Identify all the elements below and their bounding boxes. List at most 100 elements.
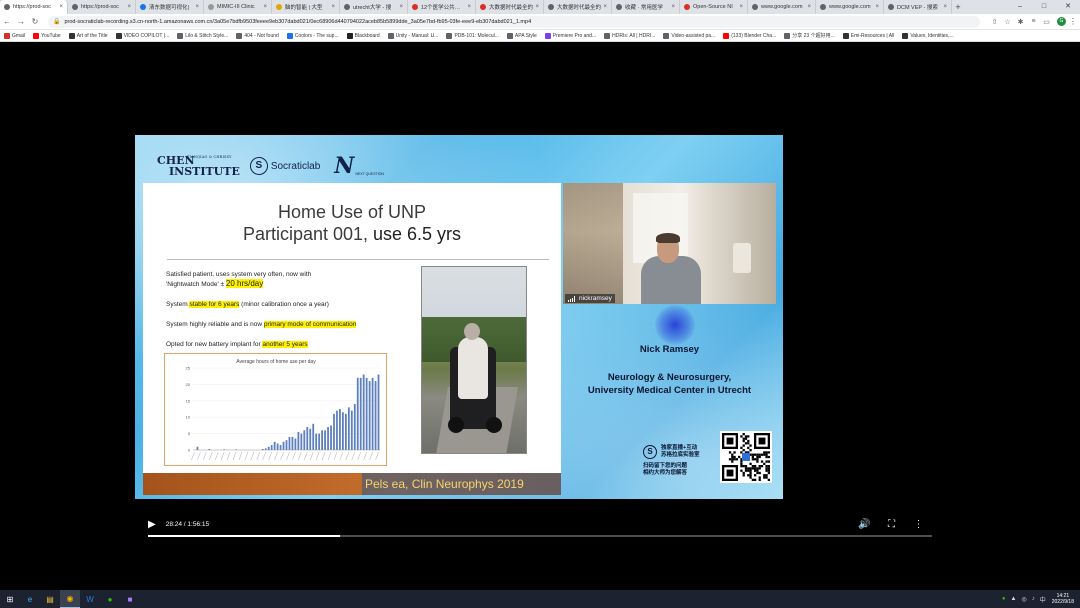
bookmark-item[interactable]: HDRIs: All | HDRI... [604,32,655,39]
bookmark-item[interactable]: Premiere Pro and... [544,32,596,39]
qr-module [765,455,768,459]
bookmark-favicon-icon [115,32,122,39]
tab-close-icon[interactable]: × [943,4,947,10]
play-icon[interactable]: ▶ [148,519,156,530]
browser-tab[interactable]: 12个医学公共数据 × [408,0,476,14]
bookmark-label: 404 - Not found [244,32,279,39]
tab-close-icon[interactable]: × [263,4,267,10]
clock[interactable]: 14:21 2022/9/18 [1052,593,1074,606]
wechat-tray-icon[interactable]: ● [1002,596,1006,602]
bookmark-item[interactable]: Art of the Title [68,32,108,39]
qr-finder [726,469,734,477]
chart-bar [336,410,338,450]
start-icon[interactable]: ⊞ [0,590,20,608]
new-tab-icon[interactable]: + [952,0,964,14]
close-window-icon[interactable]: ✕ [1056,0,1080,14]
speaker-tray-icon[interactable]: ♪ [1032,596,1035,602]
fullscreen-icon[interactable]: ⛶ [878,519,905,530]
tab-close-icon[interactable]: × [127,4,131,10]
browser-tab[interactable]: https://prod-soc × [68,0,136,14]
browser-tab[interactable]: www.google.com × [816,0,884,14]
app-icon[interactable]: ■ [120,590,140,608]
tab-close-icon[interactable]: × [195,4,199,10]
qr-module [740,462,743,465]
browser-tab[interactable]: 清东数据可视化| × [136,0,204,14]
menu-icon[interactable]: ⋮ [1066,17,1080,26]
progress-bar[interactable] [148,535,932,537]
tab-close-icon[interactable]: × [59,4,63,10]
qr-module [728,458,732,461]
more-options-icon[interactable]: ⋮ [905,519,932,530]
lock-icon[interactable]: 🔒 [53,18,60,25]
browser-tab[interactable]: DCM VEP - 搜索 × [884,0,952,14]
bookmark-item[interactable]: Values, Identities,... [902,32,954,39]
browser-tab[interactable]: utrecht大学 - 搜 × [340,0,408,14]
app-tray-icon[interactable]: ▲ [1011,596,1017,602]
browser-tab[interactable]: 脑的智能 | 大型 × [272,0,340,14]
bookmark-item[interactable]: Gmail [4,32,25,39]
qr-code [720,431,772,483]
photo-head [464,323,480,340]
reading-list-icon[interactable]: ≡ [1027,18,1040,26]
tab-close-icon[interactable]: × [331,4,335,10]
address-bar[interactable]: 🔒 prod-socraticlab-recording.s3.cn-north… [48,15,980,28]
bookmark-item[interactable]: Unity - Manual: U... [387,32,438,39]
chart-bar [306,427,309,450]
browser-tab[interactable]: 大数据时代最全的 × [544,0,612,14]
minimize-icon[interactable]: – [1008,0,1032,14]
qr-module [728,451,732,454]
bookmark-item[interactable]: Video-assisted pa... [663,32,715,39]
edge-icon[interactable]: e [20,590,40,608]
bookmark-item[interactable]: Emi-Resources | All [842,32,894,39]
bookmark-item[interactable]: 分享 23 个超好用... [784,32,835,39]
browser-tab[interactable]: Open-Source NI × [680,0,748,14]
extensions-icon[interactable]: ✱ [1014,18,1027,26]
side-panel-icon[interactable]: ▭ [1040,18,1053,26]
profile-avatar[interactable]: G [1057,17,1066,26]
chrome-icon[interactable]: ◉ [60,590,80,608]
time-current: 28:24 [165,520,182,528]
bookmark-item[interactable]: VIDEO COPILOT |... [115,32,169,39]
tab-close-icon[interactable]: × [535,4,539,10]
bookmark-item[interactable]: Lilo & Stitch Style... [177,32,228,39]
volume-icon[interactable]: 🔊 [851,519,878,530]
tab-close-icon[interactable]: × [875,4,879,10]
network-icon[interactable]: ◎ [1021,596,1026,603]
maximize-icon[interactable]: □ [1032,0,1056,14]
word-icon[interactable]: W [80,590,100,608]
file-explorer-icon[interactable]: ▤ [40,590,60,608]
tab-close-icon[interactable]: × [603,4,607,10]
browser-tab[interactable]: www.google.com × [748,0,816,14]
browser-tab[interactable]: 收藏 · 常用医学 × [612,0,680,14]
reload-icon[interactable]: ↻ [28,17,42,26]
windows-taskbar: ⊞ e ▤ ◉ W ● ■ ● ▲ ◎ ♪ 中 14:21 2022/9/18 [0,590,1080,608]
tab-close-icon[interactable]: × [739,4,743,10]
video-player[interactable]: CHEN TIANQIAO & CHRISSY INSTITUTE S Socr… [0,42,1080,590]
bookmark-item[interactable]: APA Style [506,32,537,39]
bookmark-item[interactable]: (133) Blender Cha... [723,32,776,39]
back-icon[interactable]: ← [0,17,14,26]
bookmark-item[interactable]: YouTube [33,32,61,39]
qr-module [765,469,768,472]
browser-tab[interactable]: MIMIC-III Clinic × [204,0,272,14]
bookmark-favicon-icon [842,32,849,39]
browser-tab[interactable]: https://prod-soc × [0,0,68,14]
bookmark-item[interactable]: PDB-101: Molecul... [446,32,499,39]
tab-close-icon[interactable]: × [467,4,471,10]
bookmark-item[interactable]: 404 - Not found [236,32,279,39]
share-icon[interactable]: ⇧ [988,18,1001,26]
bookmark-item[interactable]: Blackboard [346,32,380,39]
forward-icon[interactable]: → [14,17,28,26]
bookmark-star-icon[interactable]: ☆ [1001,18,1014,26]
tab-close-icon[interactable]: × [807,4,811,10]
tab-close-icon[interactable]: × [671,4,675,10]
chart-x-tick [238,451,243,461]
ime-icon[interactable]: 中 [1040,595,1046,604]
video-frame[interactable]: CHEN TIANQIAO & CHRISSY INSTITUTE S Socr… [135,135,783,499]
qr-module [742,474,745,477]
chart-bar [347,407,350,450]
tab-close-icon[interactable]: × [399,4,403,10]
browser-tab[interactable]: 大数据时代最全的 × [476,0,544,14]
wechat-icon[interactable]: ● [100,590,120,608]
bookmark-item[interactable]: Coolors - The sup... [286,32,339,39]
